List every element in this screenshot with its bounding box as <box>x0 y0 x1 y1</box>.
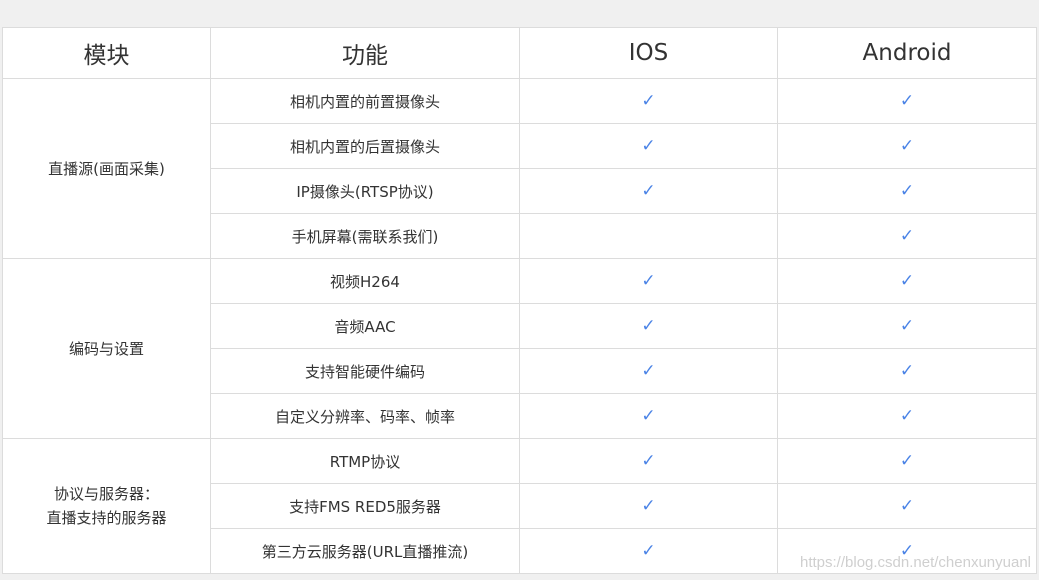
check-icon: ✓ <box>641 496 656 516</box>
header-module: 模块 <box>2 27 211 79</box>
feature-support-table: 模块 功能 IOS Android 直播源(画面采集) 相机内置的前置摄像头 ✓ ✓ 相… <box>2 27 1037 574</box>
android-support-cell: ✓ <box>777 303 1037 349</box>
ios-support-cell: ✓ <box>519 303 778 349</box>
android-support-cell: ✓ <box>777 393 1037 439</box>
check-icon: ✓ <box>641 451 656 471</box>
ios-support-cell: ✓ <box>519 123 778 169</box>
check-icon: ✓ <box>641 361 656 381</box>
check-icon: ✓ <box>641 316 656 336</box>
check-icon: ✓ <box>641 271 656 291</box>
table-body: 直播源(画面采集) 相机内置的前置摄像头 ✓ ✓ 相机内置的后置摄像头 ✓ ✓ IP摄像头(R… <box>2 78 1037 574</box>
feature-cell: 自定义分辨率、码率、帧率 <box>210 393 520 439</box>
check-icon: ✓ <box>641 181 656 201</box>
feature-cell: 音频AAC <box>210 303 520 349</box>
header-feature: 功能 <box>210 27 520 79</box>
check-icon: ✓ <box>641 541 656 561</box>
table-row: 直播源(画面采集) 相机内置的前置摄像头 ✓ ✓ <box>2 78 1037 259</box>
module-cell: 编码与设置 <box>2 258 211 439</box>
check-icon: ✓ <box>899 361 915 381</box>
check-icon: ✓ <box>899 451 915 471</box>
android-support-cell: ✓ <box>777 258 1037 304</box>
check-icon: ✓ <box>899 271 915 291</box>
check-icon: ✓ <box>641 136 656 156</box>
android-support-cell: ✓ <box>777 438 1037 484</box>
check-icon: ✓ <box>899 316 915 336</box>
android-support-cell: ✓ <box>777 483 1037 529</box>
module-label: 直播源(画面采集) <box>48 159 165 178</box>
header-ios: IOS <box>519 27 778 79</box>
check-icon: ✓ <box>899 91 915 111</box>
check-icon: ✓ <box>899 181 915 201</box>
ios-support-cell: ✓ <box>519 78 778 124</box>
table-row: 协议与服务器： 直播支持的服务器 RTMP协议 ✓ ✓ <box>2 438 1037 574</box>
check-icon: ✓ <box>899 406 915 426</box>
check-icon: ✓ <box>899 496 915 516</box>
ios-support-cell: ✓ <box>519 348 778 394</box>
feature-cell: 支持FMS RED5服务器 <box>210 483 520 529</box>
android-support-cell: ✓ <box>777 123 1037 169</box>
module-label: 编码与设置 <box>68 339 144 358</box>
feature-cell: 相机内置的后置摄像头 <box>210 123 520 169</box>
module-cell: 协议与服务器： 直播支持的服务器 <box>2 438 211 574</box>
android-support-cell: ✓ <box>777 168 1037 214</box>
check-icon: ✓ <box>641 91 656 111</box>
feature-cell: 视频H264 <box>210 258 520 304</box>
table-header-row: 模块 功能 IOS Android <box>2 27 1037 79</box>
feature-cell: 手机屏幕(需联系我们) <box>210 213 520 259</box>
ios-support-cell: ✓ <box>519 438 778 484</box>
feature-cell: 相机内置的前置摄像头 <box>210 78 520 124</box>
check-icon: ✓ <box>899 226 915 246</box>
ios-support-cell: ✓ <box>519 168 778 214</box>
ios-support-cell: ✓ <box>519 528 778 574</box>
feature-cell: 支持智能硬件编码 <box>210 348 520 394</box>
ios-support-cell: ✓ <box>519 483 778 529</box>
ios-support-cell: ✓ <box>519 393 778 439</box>
android-support-cell: ✓ <box>777 348 1037 394</box>
module-label: 协议与服务器： <box>53 485 159 503</box>
table-row: 编码与设置 视频H264 ✓ ✓ <box>2 258 1037 439</box>
feature-cell: RTMP协议 <box>210 438 520 484</box>
android-support-cell: ✓ <box>777 213 1037 259</box>
module-label: 直播支持的服务器 <box>46 509 167 527</box>
android-support-cell: ✓ <box>777 78 1037 124</box>
feature-cell: IP摄像头(RTSP协议) <box>210 168 520 214</box>
ios-support-cell <box>519 213 778 259</box>
android-support-cell: ✓ <box>777 528 1037 574</box>
check-icon: ✓ <box>641 406 656 426</box>
page: 模块 功能 IOS Android 直播源(画面采集) 相机内置的前置摄像头 ✓ ✓ 相… <box>0 0 1039 580</box>
check-icon: ✓ <box>899 136 915 156</box>
ios-support-cell: ✓ <box>519 258 778 304</box>
module-cell: 直播源(画面采集) <box>2 78 211 259</box>
header-android: Android <box>777 27 1037 79</box>
feature-cell: 第三方云服务器(URL直播推流) <box>210 528 520 574</box>
check-icon: ✓ <box>899 541 915 561</box>
